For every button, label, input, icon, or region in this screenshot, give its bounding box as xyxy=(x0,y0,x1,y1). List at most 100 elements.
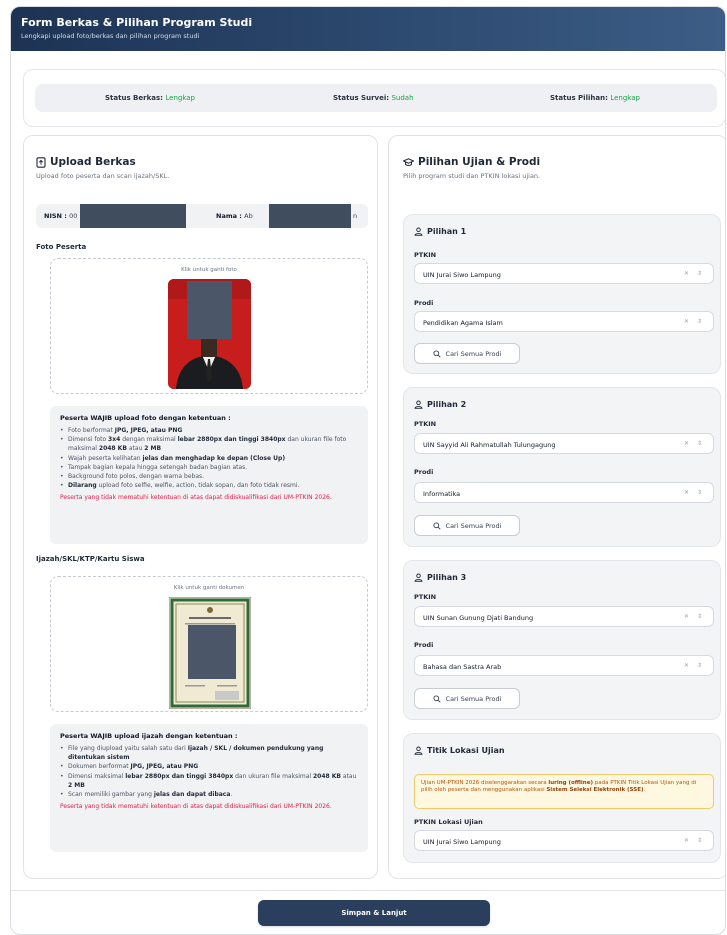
lokasi-ujian-value: UIN Jurai Siwo Lampung xyxy=(423,838,501,846)
status-berkas: Status Berkas: Lengkap xyxy=(105,94,195,102)
pilihan-3-prodi-label: Prodi xyxy=(414,641,434,649)
search-icon xyxy=(432,521,441,530)
upload-berkas-subtitle: Upload foto peserta dan scan ijazah/SKL. xyxy=(36,172,170,180)
foto-rules-box: Peserta WAJIB upload foto dengan ketentu… xyxy=(50,406,368,544)
pilihan-3-card: Pilihan 3 PTKIN UIN Sunan Gunung Djati B… xyxy=(403,560,721,720)
foto-upload-hint: Klik untuk ganti foto xyxy=(181,267,237,273)
upload-berkas-title: Upload Berkas xyxy=(50,156,136,168)
status-bar: Status Berkas: Lengkap Status Survei: Su… xyxy=(35,84,717,112)
ijazah-rules-warning: Peserta yang tidak mematuhi ketentuan di… xyxy=(60,803,332,811)
clear-and-chevron-icon[interactable]: ✕ ⇕ xyxy=(684,318,705,325)
clear-and-chevron-icon[interactable]: ✕ ⇕ xyxy=(684,489,705,496)
nisn-field: NISN : 00 xyxy=(44,212,77,220)
upload-berkas-heading: Upload Berkas xyxy=(36,156,169,168)
pilihan-2-heading: Pilihan 2 xyxy=(414,400,466,409)
nama-value: Ab xyxy=(244,212,253,220)
pilihan-1-cari-prodi-button[interactable]: Cari Semua Prodi xyxy=(414,343,520,364)
nisn-value: 00 xyxy=(69,212,78,220)
pilihan-1-ptkin-value: UIN Jurai Siwo Lampung xyxy=(423,271,501,279)
ijazah-rules-box: Peserta WAJIB upload ijazah dengan keten… xyxy=(50,724,368,852)
graduation-cap-icon xyxy=(403,156,414,168)
pilihan-3-prodi-value: Bahasa dan Sastra Arab xyxy=(423,663,502,671)
redacted-nama xyxy=(269,204,351,228)
pilihan-3-ptkin-label: PTKIN xyxy=(414,593,437,601)
pilihan-1-title: Pilihan 1 xyxy=(427,227,467,236)
foto-rules-list: Foto berformat JPG, JPEG, atau PNG Dimen… xyxy=(60,426,358,491)
pilihan-2-card: Pilihan 2 PTKIN UIN Sayyid Ali Rahmatull… xyxy=(403,387,721,547)
pilihan-3-prodi-select[interactable]: Bahasa dan Sastra Arab ✕ ⇕ xyxy=(414,655,714,676)
lokasi-ujian-select[interactable]: UIN Jurai Siwo Lampung ✕ ⇕ xyxy=(414,830,714,851)
pilihan-3-ptkin-select[interactable]: UIN Sunan Gunung Djati Bandung ✕ ⇕ xyxy=(414,606,714,627)
foto-rule-item: Foto berformat JPG, JPEG, atau PNG xyxy=(60,426,358,435)
cari-prodi-label: Cari Semua Prodi xyxy=(445,521,502,530)
pilihan-3-heading: Pilihan 3 xyxy=(414,573,466,582)
status-survei-value: Sudah xyxy=(391,94,414,102)
peserta-info-row: NISN : 00 Nama : Ab n xyxy=(36,204,368,228)
pilihan-3-ptkin-value: UIN Sunan Gunung Djati Bandung xyxy=(423,614,534,622)
ijazah-upload-hint: Klik untuk ganti dokumen xyxy=(173,585,245,591)
pilihan-2-prodi-label: Prodi xyxy=(414,468,434,476)
pilihan-2-ptkin-select[interactable]: UIN Sayyid Ali Rahmatullah Tulungagung ✕… xyxy=(414,433,714,454)
pilihan-1-card: Pilihan 1 PTKIN UIN Jurai Siwo Lampung ✕… xyxy=(403,214,721,374)
pilihan-ujian-subtitle: Pilih program studi dan PTKIN lokasi uji… xyxy=(403,172,541,180)
ijazah-upload-dropzone[interactable]: Klik untuk ganti dokumen xyxy=(50,576,368,712)
pilihan-2-ptkin-value: UIN Sayyid Ali Rahmatullah Tulungagung xyxy=(423,441,556,449)
foto-peserta-preview[interactable] xyxy=(168,279,251,389)
foto-rule-item: Dimensi foto 3x4 dengan maksimal lebar 2… xyxy=(60,435,358,453)
ijazah-rule-item: Dimensi maksimal lebar 2880px dan tinggi… xyxy=(60,772,358,790)
status-survei: Status Survei: Sudah xyxy=(333,94,414,102)
pilihan-1-prodi-value: Pendidikan Agama Islam xyxy=(423,319,503,327)
user-icon xyxy=(414,227,423,236)
page-header: Form Berkas & Pilihan Program Studi Leng… xyxy=(11,7,725,51)
status-card: Status Berkas: Lengkap Status Survei: Su… xyxy=(23,69,725,127)
nama-label: Nama : xyxy=(216,212,242,220)
clear-and-chevron-icon[interactable]: ✕ ⇕ xyxy=(684,837,705,844)
pilihan-1-ptkin-select[interactable]: UIN Jurai Siwo Lampung ✕ ⇕ xyxy=(414,263,714,284)
pilihan-ujian-heading: Pilihan Ujian & Prodi xyxy=(403,156,540,168)
pilihan-2-ptkin-label: PTKIN xyxy=(414,420,437,428)
search-icon xyxy=(432,349,441,358)
pilihan-ujian-title: Pilihan Ujian & Prodi xyxy=(418,156,541,168)
pilihan-2-prodi-value: Informatika xyxy=(423,490,461,498)
lokasi-ujian-label: PTKIN Lokasi Ujian xyxy=(414,818,483,826)
nama-value-suffix: n xyxy=(353,212,358,220)
foto-rule-item: Background foto polos, dengan warna beba… xyxy=(60,472,358,481)
ijazah-preview[interactable] xyxy=(168,596,252,710)
pilihan-2-cari-prodi-button[interactable]: Cari Semua Prodi xyxy=(414,515,520,536)
search-icon xyxy=(432,694,441,703)
ijazah-rule-item: Dokumen berformat JPG, JPEG, atau PNG xyxy=(60,762,358,771)
pilihan-ujian-card: Pilihan Ujian & Prodi Pilih program stud… xyxy=(388,135,725,879)
foto-peserta-label: Foto Peserta xyxy=(36,243,87,251)
redacted-nisn xyxy=(80,204,186,228)
foto-rule-item: Tampak bagian kepala hingga setengah bad… xyxy=(60,463,358,472)
ijazah-label: Ijazah/SKL/KTP/Kartu Siswa xyxy=(36,555,145,563)
clear-and-chevron-icon[interactable]: ✕ ⇕ xyxy=(684,662,705,669)
lokasi-ujian-card: Titik Lokasi Ujian Ujian UM-PTKIN 2026 d… xyxy=(403,733,721,863)
simpan-lanjut-button[interactable]: Simpan & Lanjut xyxy=(258,900,490,926)
clear-and-chevron-icon[interactable]: ✕ ⇕ xyxy=(684,613,705,620)
status-berkas-label: Status Berkas: xyxy=(105,94,163,102)
page-subtitle: Lengkapi upload foto/berkas dan pilihan … xyxy=(21,32,200,40)
status-pilihan-label: Status Pilihan: xyxy=(550,94,608,102)
user-icon xyxy=(414,400,423,409)
foto-rule-item: Wajah peserta kelihatan jelas dan mengha… xyxy=(60,454,358,463)
file-upload-icon xyxy=(36,156,46,168)
ijazah-rules-title: Peserta WAJIB upload ijazah dengan keten… xyxy=(60,732,238,740)
cari-prodi-label: Cari Semua Prodi xyxy=(445,349,502,358)
user-icon xyxy=(414,746,423,755)
foto-upload-dropzone[interactable]: Klik untuk ganti foto xyxy=(50,258,368,394)
status-pilihan: Status Pilihan: Lengkap xyxy=(550,94,640,102)
lokasi-ujian-note: Ujian UM-PTKIN 2026 diselenggarakan seca… xyxy=(414,774,714,809)
foto-rules-warning: Peserta yang tidak mematuhi ketentuan di… xyxy=(60,494,332,502)
foto-rules-title: Peserta WAJIB upload foto dengan ketentu… xyxy=(60,414,231,422)
page-title: Form Berkas & Pilihan Program Studi xyxy=(21,16,253,29)
status-berkas-value: Lengkap xyxy=(165,94,196,102)
form-frame: Form Berkas & Pilihan Program Studi Leng… xyxy=(10,6,726,935)
pilihan-2-prodi-select[interactable]: Informatika ✕ ⇕ xyxy=(414,482,714,503)
pilihan-3-cari-prodi-button[interactable]: Cari Semua Prodi xyxy=(414,688,520,709)
clear-and-chevron-icon[interactable]: ✕ ⇕ xyxy=(684,270,705,277)
pilihan-1-prodi-select[interactable]: Pendidikan Agama Islam ✕ ⇕ xyxy=(414,311,714,332)
footer-divider xyxy=(11,890,725,891)
lokasi-ujian-title: Titik Lokasi Ujian xyxy=(427,746,505,755)
clear-and-chevron-icon[interactable]: ✕ ⇕ xyxy=(684,440,705,447)
